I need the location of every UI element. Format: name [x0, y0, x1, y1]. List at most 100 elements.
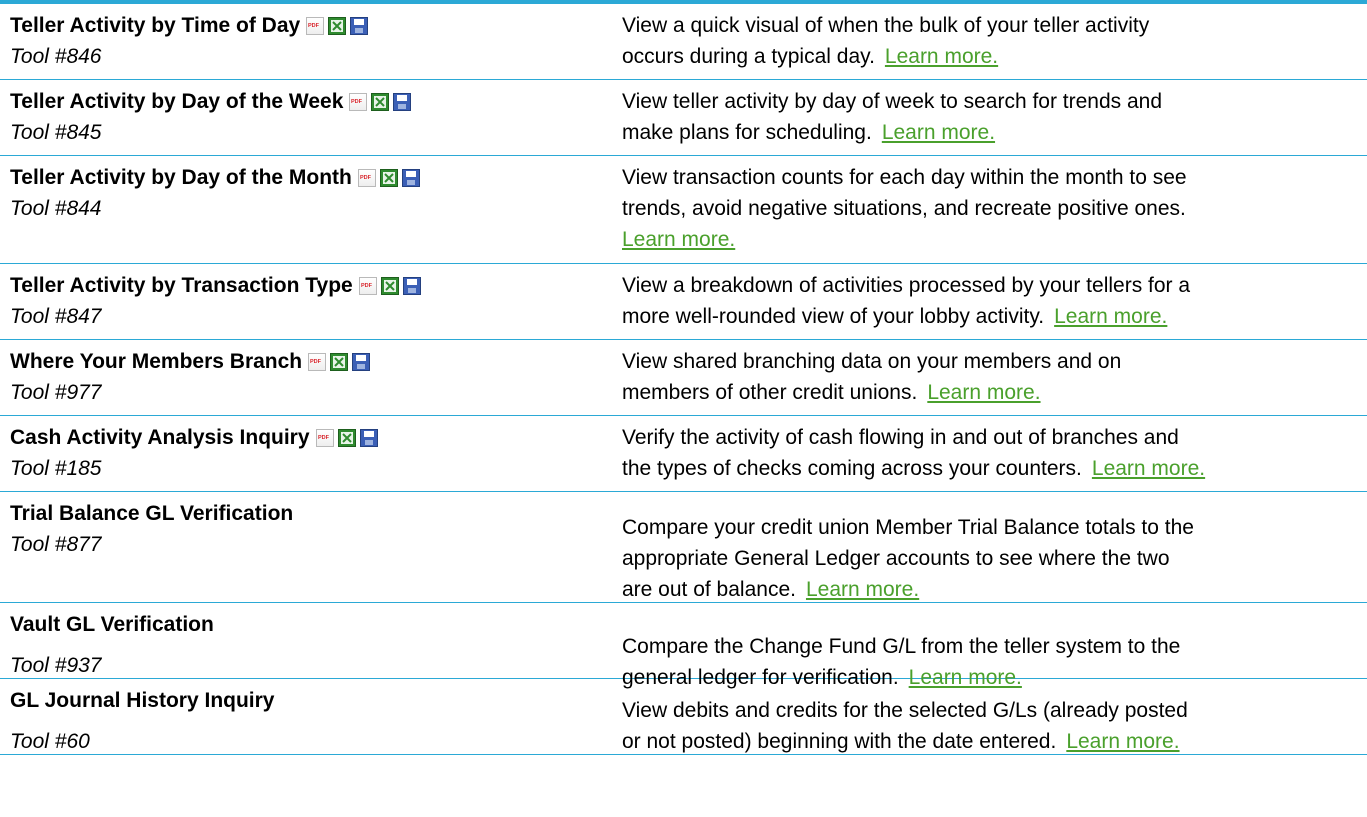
tool-title-line: Cash Activity Analysis Inquiry PDF: [10, 422, 610, 453]
description-text: more well-rounded view of your lobby act…: [622, 305, 1045, 328]
tool-row: Teller Activity by Transaction Type PDF To…: [0, 264, 1367, 340]
description-line: Learn more.: [622, 224, 1362, 255]
tool-number: Tool #977: [10, 381, 102, 404]
tool-name-cell: Trial Balance GL Verification Tool #877: [10, 498, 610, 560]
description-line: Verify the activity of cash flowing in a…: [622, 422, 1362, 453]
tool-name-cell: Where Your Members Branch PDF Tool #977: [10, 346, 610, 408]
description-text: Verify the activity of cash flowing in a…: [622, 426, 1179, 449]
description-text: are out of balance.: [622, 578, 796, 601]
description-line: appropriate General Ledger accounts to s…: [622, 543, 1362, 574]
learn-more-link[interactable]: Learn more.: [622, 228, 735, 251]
learn-more-link[interactable]: Learn more.: [1066, 730, 1179, 753]
description-line: are out of balance. Learn more.: [622, 574, 1362, 605]
description-text: occurs during a typical day.: [622, 45, 875, 68]
pdf-icon-label: PDF: [360, 175, 372, 181]
tool-number: Tool #846: [10, 45, 102, 68]
tool-title-line: Vault GL Verification: [10, 609, 610, 640]
tool-title: Teller Activity by Day of the Week: [10, 90, 344, 113]
excel-icon[interactable]: [337, 428, 356, 447]
description-text: Compare your credit union Member Trial B…: [622, 516, 1194, 539]
pdf-icon-label: PDF: [361, 283, 373, 289]
learn-more-link[interactable]: Learn more.: [806, 578, 919, 601]
save-icon[interactable]: [402, 276, 421, 295]
description-text: View teller activity by day of week to s…: [622, 90, 1163, 113]
pdf-icon-label: PDF: [318, 435, 330, 441]
description-line: View debits and credits for the selected…: [622, 695, 1362, 726]
tool-description: View shared branching data on your membe…: [622, 346, 1362, 408]
description-text: members of other credit unions.: [622, 381, 918, 404]
description-line: Compare your credit union Member Trial B…: [622, 512, 1362, 543]
tool-number: Tool #845: [10, 121, 102, 144]
description-text: the types of checks coming across your c…: [622, 457, 1082, 480]
excel-icon[interactable]: [371, 92, 390, 111]
tool-row: Cash Activity Analysis Inquiry PDF Tool #1…: [0, 416, 1367, 492]
description-text: Compare the Change Fund G/L from the tel…: [622, 635, 1181, 658]
save-icon[interactable]: [393, 92, 412, 111]
description-line: View a breakdown of activities processed…: [622, 270, 1362, 301]
learn-more-link[interactable]: Learn more.: [885, 45, 998, 68]
tool-name-cell: Teller Activity by Day of the Week PDF Too…: [10, 86, 610, 148]
description-text: trends, avoid negative situations, and r…: [622, 197, 1186, 220]
tool-title-line: Teller Activity by Day of the Week PDF: [10, 86, 610, 117]
description-line: more well-rounded view of your lobby act…: [622, 301, 1362, 332]
tool-number: Tool #185: [10, 457, 102, 480]
tool-row: GL Journal History Inquiry Tool #60 View d…: [0, 679, 1367, 755]
tool-name-cell: Vault GL Verification Tool #937: [10, 609, 610, 681]
description-text: or not posted) beginning with the date e…: [622, 730, 1057, 753]
tool-number: Tool #60: [10, 730, 90, 753]
tool-title: Vault GL Verification: [10, 613, 214, 636]
tool-title: Teller Activity by Day of the Month: [10, 166, 352, 189]
tool-title-line: GL Journal History Inquiry: [10, 685, 610, 716]
description-text: View a breakdown of activities processed…: [622, 274, 1191, 297]
tool-title-line: Teller Activity by Day of the Month PDF: [10, 162, 610, 193]
description-line: View a quick visual of when the bulk of …: [622, 10, 1362, 41]
learn-more-link[interactable]: Learn more.: [927, 381, 1040, 404]
tool-row: Where Your Members Branch PDF Tool #977 Vie…: [0, 340, 1367, 416]
export-icons: PDF: [349, 92, 412, 111]
pdf-icon[interactable]: PDF: [315, 428, 334, 447]
learn-more-link[interactable]: Learn more.: [882, 121, 995, 144]
tool-row: Vault GL Verification Tool #937 Compare th…: [0, 603, 1367, 689]
tool-number: Tool #937: [10, 654, 102, 677]
description-line: View teller activity by day of week to s…: [622, 86, 1362, 117]
tool-description: View transaction counts for each day wit…: [622, 162, 1362, 255]
tool-number: Tool #877: [10, 533, 102, 556]
tool-title: Cash Activity Analysis Inquiry: [10, 426, 310, 449]
tool-number: Tool #847: [10, 305, 102, 328]
pdf-icon[interactable]: PDF: [358, 276, 377, 295]
tool-description: View a breakdown of activities processed…: [622, 270, 1362, 332]
tool-name-cell: Teller Activity by Time of Day PDF Tool #8…: [10, 10, 610, 72]
save-icon[interactable]: [401, 168, 420, 187]
tool-description: Compare your credit union Member Trial B…: [622, 512, 1362, 605]
save-icon[interactable]: [359, 428, 378, 447]
pdf-icon[interactable]: PDF: [306, 16, 325, 35]
tools-table: Teller Activity by Time of Day PDF Tool #8…: [0, 4, 1367, 755]
tool-title: Teller Activity by Time of Day: [10, 14, 301, 37]
learn-more-link[interactable]: Learn more.: [1092, 457, 1205, 480]
excel-icon[interactable]: [328, 16, 347, 35]
tool-name-cell: Teller Activity by Transaction Type PDF To…: [10, 270, 610, 332]
excel-icon[interactable]: [379, 168, 398, 187]
excel-icon[interactable]: [380, 276, 399, 295]
tool-row: Teller Activity by Day of the Week PDF Too…: [0, 80, 1367, 156]
description-line: or not posted) beginning with the date e…: [622, 726, 1362, 757]
description-text: make plans for scheduling.: [622, 121, 872, 144]
description-text: View transaction counts for each day wit…: [622, 166, 1187, 189]
pdf-icon[interactable]: PDF: [357, 168, 376, 187]
export-icons: PDF: [308, 352, 371, 371]
tool-description: View teller activity by day of week to s…: [622, 86, 1362, 148]
save-icon[interactable]: [352, 352, 371, 371]
pdf-icon-label: PDF: [351, 99, 363, 105]
tool-number: Tool #844: [10, 197, 102, 220]
save-icon[interactable]: [350, 16, 369, 35]
learn-more-link[interactable]: Learn more.: [1054, 305, 1167, 328]
pdf-icon-label: PDF: [308, 23, 320, 29]
export-icons: PDF: [358, 276, 421, 295]
description-text: View shared branching data on your membe…: [622, 350, 1122, 373]
excel-icon[interactable]: [330, 352, 349, 371]
tool-name-cell: GL Journal History Inquiry Tool #60: [10, 685, 610, 757]
pdf-icon[interactable]: PDF: [308, 352, 327, 371]
tool-name-cell: Cash Activity Analysis Inquiry PDF Tool #1…: [10, 422, 610, 484]
tool-title: Trial Balance GL Verification: [10, 502, 294, 525]
pdf-icon[interactable]: PDF: [349, 92, 368, 111]
